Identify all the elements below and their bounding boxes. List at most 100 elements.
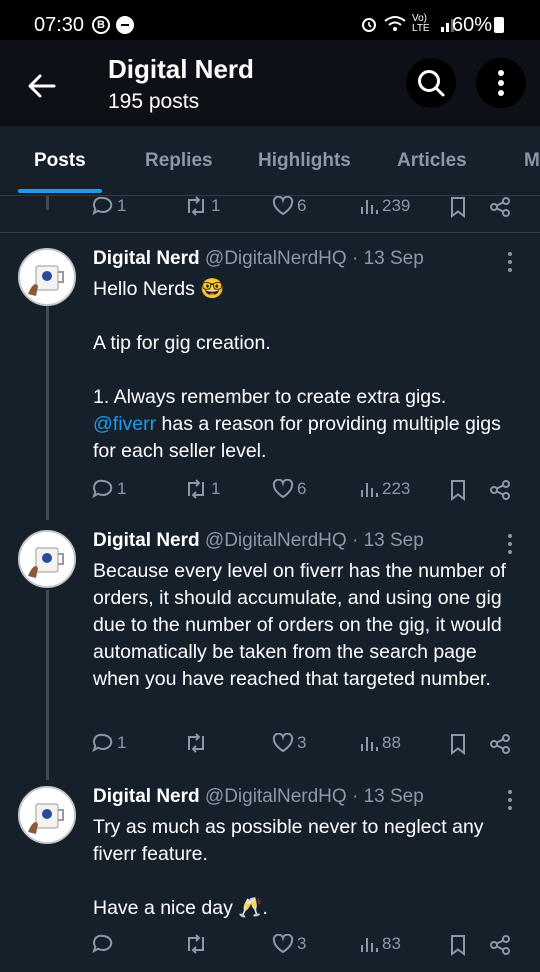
heart-icon: [272, 196, 294, 216]
b-icon: B: [92, 16, 110, 34]
repost-button[interactable]: 1: [184, 479, 220, 499]
battery-percent: 60%: [452, 14, 493, 36]
author-handle[interactable]: @DigitalNerdHQ: [205, 248, 347, 269]
post-text: Hello Nerds 🤓 A tip for gig creation. 1.…: [93, 276, 523, 465]
thread-line: [46, 306, 49, 520]
reply-button[interactable]: 1: [92, 733, 126, 753]
bookmark-button[interactable]: [449, 733, 467, 755]
reply-icon: [92, 934, 113, 954]
repost-icon: [188, 479, 204, 499]
battery-icon: [494, 17, 504, 33]
arrow-left-icon: [28, 74, 56, 98]
post-header: Digital Nerd @DigitalNerdHQ · 13 Sep: [93, 786, 424, 808]
repost-count: 1: [211, 196, 221, 215]
avatar[interactable]: [18, 530, 76, 588]
profile-tabs: Posts Replies Highlights Articles M: [0, 126, 540, 196]
search-button[interactable]: [406, 58, 456, 108]
share-button[interactable]: [489, 196, 511, 218]
reply-icon: [92, 196, 113, 216]
mug-avatar-icon: [28, 265, 64, 296]
tab-more[interactable]: M: [524, 150, 540, 172]
bookmark-button[interactable]: [449, 479, 467, 501]
posts-count: 195 posts: [108, 90, 200, 113]
like-button[interactable]: 6: [272, 479, 306, 499]
author-handle[interactable]: @DigitalNerdHQ: [205, 530, 347, 551]
like-count: 6: [297, 479, 307, 498]
post-date: · 13 Sep: [351, 248, 424, 269]
post-actions: 3 83: [92, 934, 522, 958]
author-name[interactable]: Digital Nerd: [93, 786, 200, 807]
more-vertical-icon: [508, 252, 512, 272]
share-button[interactable]: [489, 934, 511, 956]
profile-title: Digital Nerd: [108, 54, 254, 84]
reply-button[interactable]: 1: [92, 479, 126, 499]
mention-link[interactable]: @fiverr: [93, 413, 156, 435]
repost-icon: [188, 733, 204, 753]
post-date: · 13 Sep: [351, 530, 424, 551]
like-button[interactable]: 3: [272, 934, 306, 954]
like-count: 3: [297, 733, 307, 752]
more-options-button[interactable]: [476, 58, 526, 108]
bookmark-button[interactable]: [449, 934, 467, 956]
repost-button[interactable]: [184, 733, 211, 753]
like-count: 3: [297, 934, 307, 953]
author-name[interactable]: Digital Nerd: [93, 248, 200, 269]
repost-button[interactable]: 1: [184, 196, 220, 216]
heart-icon: [272, 934, 294, 954]
reply-button[interactable]: [92, 934, 117, 954]
share-icon: [490, 734, 510, 754]
views-button[interactable]: 239: [359, 196, 410, 216]
system-icons: Vo) LTE: [360, 14, 458, 34]
tab-posts[interactable]: Posts: [34, 150, 86, 172]
post-actions: 1 1 6 239: [92, 196, 522, 220]
post-menu-button[interactable]: [502, 532, 518, 556]
back-button[interactable]: [14, 58, 70, 114]
view-count: 239: [382, 196, 411, 215]
post-text-part: Hello Nerds 🤓 A tip for gig creation. 1.…: [93, 278, 447, 408]
reply-icon: [92, 479, 113, 499]
tab-replies[interactable]: Replies: [145, 150, 213, 172]
post-actions: 1 1 6 223: [92, 479, 522, 503]
reply-count: 1: [117, 196, 127, 215]
status-time: 07:30: [34, 14, 85, 36]
alarm-icon: [362, 18, 376, 32]
tab-articles[interactable]: Articles: [397, 150, 467, 172]
like-button[interactable]: 6: [272, 196, 306, 216]
author-name[interactable]: Digital Nerd: [93, 530, 200, 551]
reply-icon: [92, 733, 113, 753]
post-actions: 1 3 88: [92, 733, 522, 757]
thread-line: [46, 196, 49, 210]
more-vertical-icon: [498, 70, 504, 96]
avatar[interactable]: [18, 786, 76, 844]
more-vertical-icon: [508, 790, 512, 810]
bookmark-button[interactable]: [449, 196, 467, 218]
views-button[interactable]: 83: [359, 934, 401, 954]
repost-count: 1: [211, 479, 221, 498]
views-button[interactable]: 223: [359, 479, 410, 499]
share-button[interactable]: [489, 733, 511, 755]
post-header: Digital Nerd @DigitalNerdHQ · 13 Sep: [93, 530, 424, 552]
profile-header: Digital Nerd 195 posts: [0, 40, 540, 126]
heart-icon: [272, 479, 294, 499]
repost-button[interactable]: [184, 934, 211, 954]
share-icon: [490, 480, 510, 500]
post-text: Because every level on fiverr has the nu…: [93, 560, 506, 690]
views-icon: [361, 200, 378, 214]
share-button[interactable]: [489, 479, 511, 501]
post-menu-button[interactable]: [502, 250, 518, 274]
reply-count: 1: [117, 479, 127, 498]
reply-button[interactable]: 1: [92, 196, 126, 216]
post-menu-button[interactable]: [502, 788, 518, 812]
avatar[interactable]: [18, 248, 76, 306]
views-button[interactable]: 88: [359, 733, 401, 753]
post-text: Try as much as possible never to neglect…: [93, 816, 484, 919]
author-handle[interactable]: @DigitalNerdHQ: [205, 786, 347, 807]
like-button[interactable]: 3: [272, 733, 306, 753]
tab-highlights[interactable]: Highlights: [258, 150, 351, 172]
active-tab-indicator: [18, 189, 102, 193]
views-icon: [361, 737, 378, 751]
views-icon: [361, 938, 378, 952]
divider: [0, 232, 540, 233]
bookmark-icon: [451, 935, 465, 956]
post-header: Digital Nerd @DigitalNerdHQ · 13 Sep: [93, 248, 424, 270]
